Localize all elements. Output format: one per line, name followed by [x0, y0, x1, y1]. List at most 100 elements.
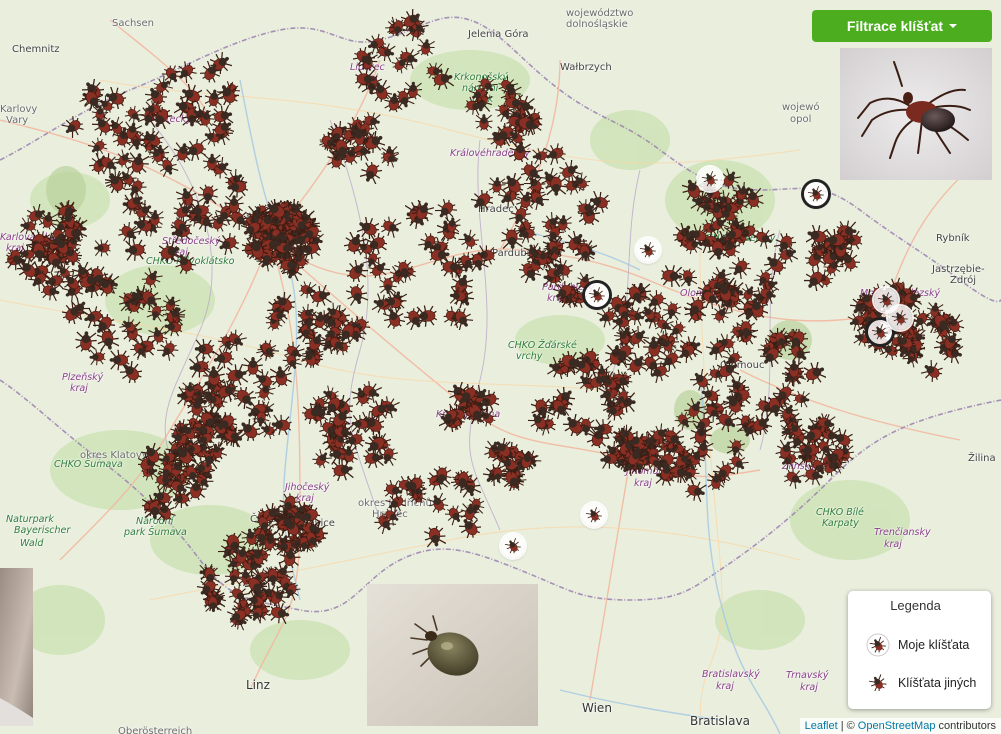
tick-marker[interactable] [141, 267, 163, 289]
tick-marker[interactable] [687, 223, 709, 246]
tick-marker[interactable] [216, 232, 239, 256]
tick-marker[interactable] [330, 137, 354, 161]
tick-marker[interactable] [381, 505, 403, 527]
tick-marker[interactable] [773, 233, 797, 256]
tick-marker[interactable] [611, 387, 633, 409]
tick-marker[interactable] [441, 214, 463, 236]
tick-marker[interactable] [684, 397, 707, 420]
tick-marker[interactable] [247, 546, 269, 568]
tick-marker[interactable] [814, 437, 836, 459]
own-tick-marker[interactable] [698, 167, 722, 191]
tick-marker[interactable] [225, 329, 247, 351]
tick-marker[interactable] [262, 566, 284, 588]
tick-marker[interactable] [359, 161, 383, 185]
tick-marker[interactable] [270, 414, 292, 436]
tick-marker[interactable] [476, 74, 498, 96]
tick-marker[interactable] [727, 452, 749, 474]
tick-marker[interactable] [501, 227, 523, 250]
tick-marker[interactable] [369, 79, 393, 103]
tick-marker[interactable] [447, 285, 469, 307]
tick-marker[interactable] [263, 196, 289, 223]
tick-marker[interactable] [216, 379, 238, 403]
tick-marker[interactable] [613, 302, 635, 324]
tick-marker[interactable] [179, 379, 201, 401]
tick-marker[interactable] [527, 188, 550, 211]
tick-marker[interactable] [334, 321, 359, 346]
tick-marker[interactable] [469, 188, 494, 214]
tick-marker[interactable] [252, 368, 275, 391]
tick-marker[interactable] [802, 268, 828, 293]
tick-marker[interactable] [824, 228, 847, 252]
tick-marker[interactable] [648, 361, 670, 384]
tick-marker[interactable] [91, 113, 115, 137]
tick-marker[interactable] [279, 546, 301, 569]
tick-marker[interactable] [343, 429, 365, 451]
tick-marker[interactable] [62, 222, 84, 244]
own-tick-marker[interactable] [636, 238, 660, 262]
tick-marker[interactable] [141, 127, 164, 150]
tick-marker[interactable] [108, 349, 130, 371]
tick-marker[interactable] [297, 504, 321, 529]
tick-marker[interactable] [592, 418, 614, 440]
leaflet-link[interactable]: Leaflet [805, 720, 838, 732]
tick-marker[interactable] [244, 237, 269, 261]
tick-marker[interactable] [487, 464, 509, 486]
tick-marker[interactable] [561, 412, 587, 438]
tick-photo-preview-bottom[interactable] [367, 584, 538, 726]
tick-marker[interactable] [61, 300, 86, 325]
tick-marker[interactable] [138, 287, 163, 312]
tick-marker[interactable] [403, 308, 427, 331]
tick-marker[interactable] [199, 60, 223, 83]
tick-marker[interactable] [197, 184, 219, 206]
tick-marker[interactable] [716, 357, 741, 382]
tick-marker[interactable] [497, 75, 519, 97]
tick-marker[interactable] [194, 428, 216, 450]
tick-marker[interactable] [281, 351, 303, 373]
tick-marker[interactable] [655, 461, 677, 483]
tick-marker[interactable] [749, 411, 774, 436]
tick-marker[interactable] [570, 171, 592, 193]
own-tick-marker[interactable] [804, 182, 828, 206]
tick-marker[interactable] [118, 315, 140, 337]
tick-marker[interactable] [365, 33, 387, 55]
tick-marker[interactable] [309, 284, 332, 308]
tick-marker[interactable] [400, 7, 425, 32]
tick-marker[interactable] [745, 296, 769, 320]
tick-marker[interactable] [505, 126, 527, 148]
tick-marker[interactable] [431, 67, 455, 91]
tick-marker[interactable] [343, 231, 368, 255]
tick-marker[interactable] [783, 467, 805, 489]
tick-marker[interactable] [775, 439, 797, 461]
tick-marker[interactable] [299, 221, 322, 245]
tick-marker[interactable] [452, 469, 474, 491]
tick-marker[interactable] [60, 270, 83, 293]
tick-marker[interactable] [320, 394, 345, 419]
tick-marker[interactable] [723, 223, 745, 245]
tick-marker[interactable] [201, 151, 223, 173]
tick-marker[interactable] [124, 190, 147, 213]
tick-marker[interactable] [532, 247, 554, 269]
tick-marker[interactable] [390, 53, 412, 75]
tick-marker[interactable] [660, 265, 683, 288]
tick-marker[interactable] [815, 412, 837, 434]
tick-marker[interactable] [459, 501, 481, 523]
tick-marker[interactable] [377, 275, 399, 297]
tick-marker[interactable] [240, 526, 262, 548]
tick-marker[interactable] [574, 242, 596, 264]
tick-marker[interactable] [929, 310, 955, 336]
own-tick-marker[interactable] [888, 306, 912, 330]
tick-marker[interactable] [431, 465, 453, 487]
tick-marker[interactable] [418, 232, 440, 254]
tick-marker[interactable] [139, 441, 165, 466]
tick-marker[interactable] [98, 153, 121, 176]
tick-marker[interactable] [246, 603, 268, 625]
tick-marker[interactable] [552, 212, 574, 234]
tick-marker[interactable] [380, 216, 402, 238]
tick-marker[interactable] [267, 305, 289, 327]
tick-marker[interactable] [424, 525, 447, 548]
tick-photo-preview-top[interactable] [840, 48, 992, 180]
own-tick-marker[interactable] [582, 503, 606, 527]
tick-marker[interactable] [463, 95, 485, 117]
tick-marker[interactable] [440, 256, 463, 278]
own-tick-marker[interactable] [585, 283, 609, 307]
